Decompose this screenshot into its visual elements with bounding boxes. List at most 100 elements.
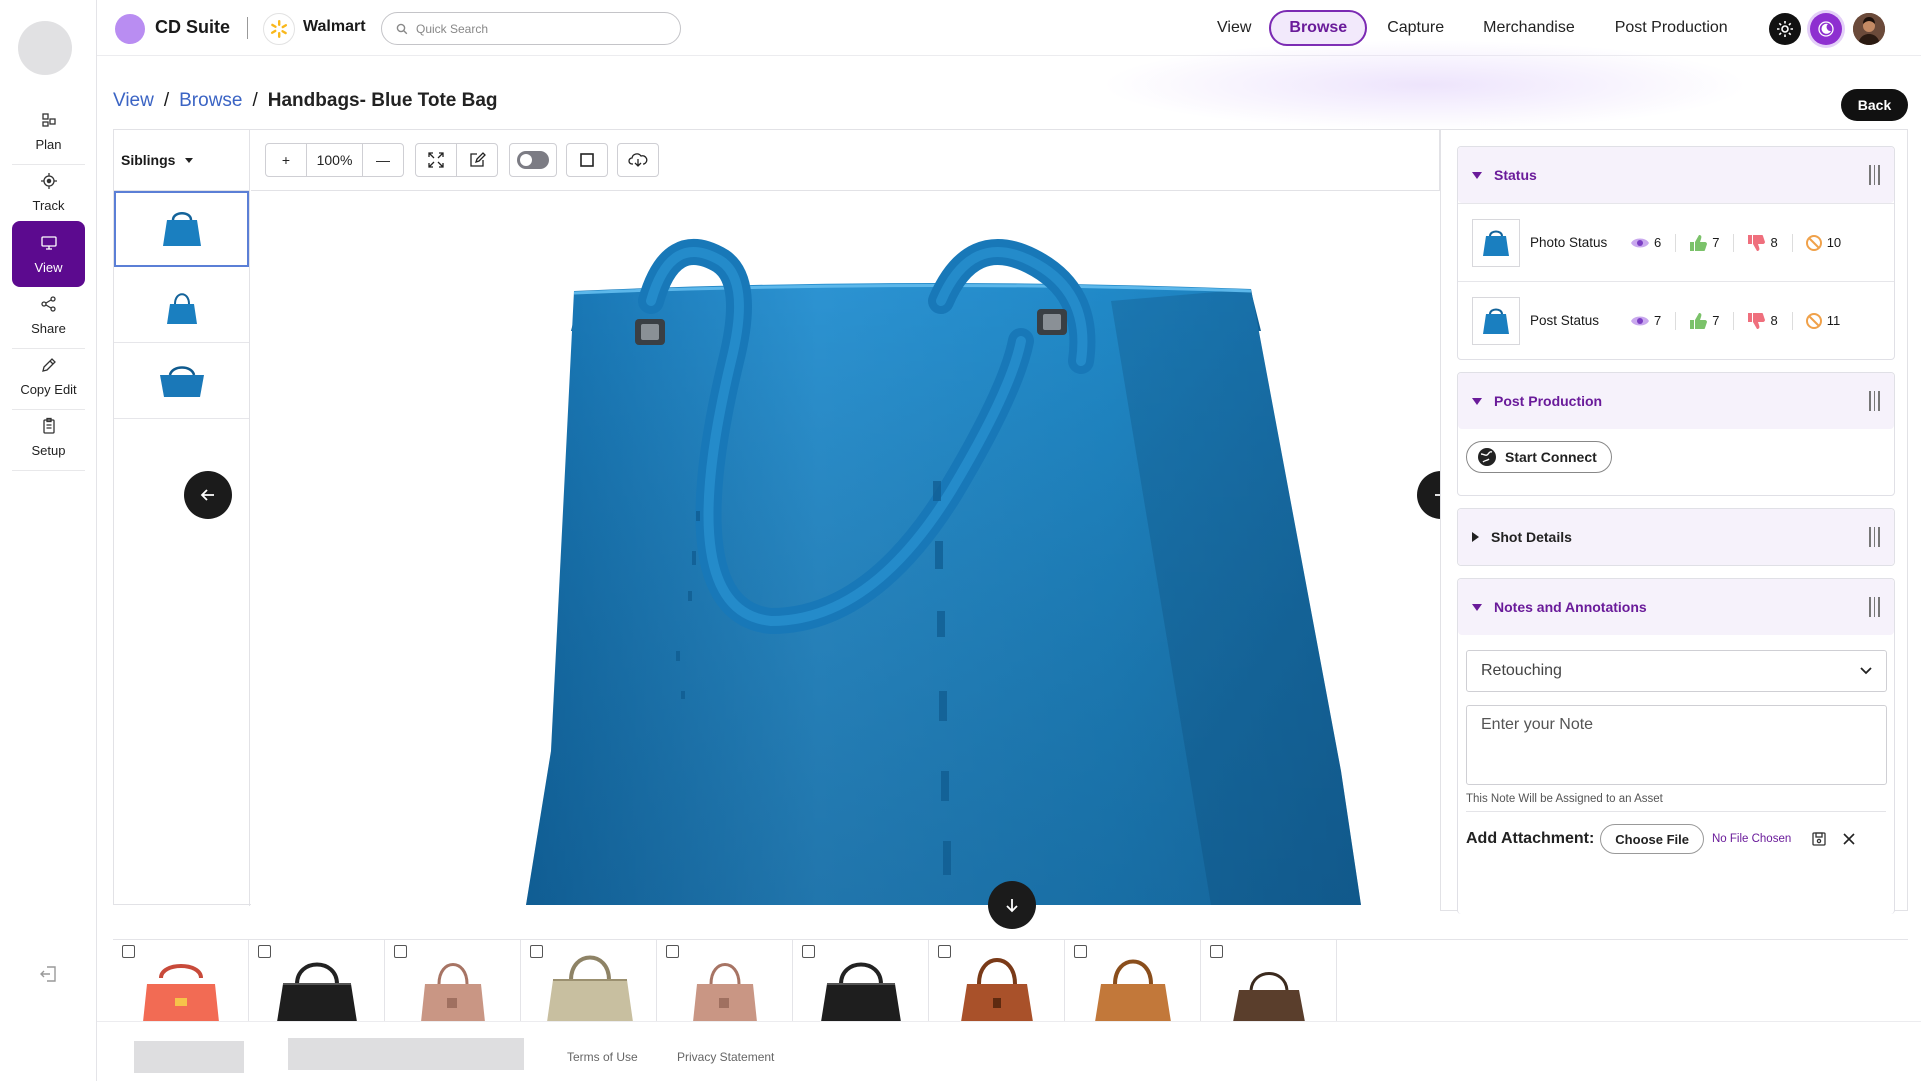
image-canvas[interactable]: [251, 191, 1441, 905]
select-checkbox[interactable]: [122, 945, 135, 958]
nav-post-production[interactable]: Post Production: [1597, 10, 1746, 46]
filmstrip-item[interactable]: [793, 940, 929, 1021]
drag-handle-icon[interactable]: [1869, 597, 1880, 617]
caret-down-icon: [1472, 603, 1482, 611]
sibling-thumb[interactable]: [114, 191, 249, 267]
rail-item-view[interactable]: View: [12, 221, 85, 287]
rail-item-track[interactable]: Track: [12, 160, 85, 226]
footer-logo-placeholder: [134, 1041, 244, 1073]
rail-item-copy-edit[interactable]: Copy Edit: [12, 344, 85, 410]
post-production-header[interactable]: Post Production: [1458, 373, 1894, 429]
filmstrip-item[interactable]: [113, 940, 249, 1021]
terms-link[interactable]: Terms of Use: [567, 1050, 638, 1064]
shot-details-header[interactable]: Shot Details: [1458, 509, 1894, 565]
left-rail: Plan Track View Share Copy Edit Setup: [0, 0, 97, 1081]
start-connect-button[interactable]: Start Connect: [1466, 441, 1612, 473]
choose-file-button[interactable]: Choose File: [1600, 824, 1704, 854]
sibling-thumb[interactable]: [114, 267, 249, 343]
nav-view[interactable]: View: [1199, 10, 1269, 46]
sibling-thumb[interactable]: [114, 343, 249, 419]
select-checkbox[interactable]: [1074, 945, 1087, 958]
post-status-label: Post Status: [1530, 313, 1600, 328]
scroll-down-button[interactable]: [988, 881, 1036, 929]
select-checkbox[interactable]: [938, 945, 951, 958]
blocked-stat: 11: [1805, 312, 1840, 330]
crop-frame-button[interactable]: [566, 143, 608, 177]
select-checkbox[interactable]: [802, 945, 815, 958]
expand-icon: [428, 152, 444, 168]
filmstrip-item[interactable]: [657, 940, 793, 1021]
select-checkbox[interactable]: [394, 945, 407, 958]
filmstrip-item[interactable]: [521, 940, 657, 1021]
siblings-dropdown[interactable]: Siblings: [114, 130, 249, 191]
annotate-button[interactable]: [456, 143, 498, 177]
shot-details-title: Shot Details: [1491, 529, 1572, 545]
breadcrumb-view[interactable]: View: [113, 90, 154, 112]
rail-item-plan[interactable]: Plan: [12, 99, 85, 165]
divider: [1675, 311, 1677, 330]
likes-stat: 7: [1688, 312, 1719, 330]
notes-title: Notes and Annotations: [1494, 599, 1647, 615]
compare-toggle[interactable]: [509, 143, 557, 177]
app-name: CD Suite: [155, 17, 231, 37]
select-checkbox[interactable]: [258, 945, 271, 958]
drag-handle-icon[interactable]: [1869, 527, 1880, 547]
photo-status-row: Photo Status 6 7 8 10: [1458, 203, 1894, 281]
shot-details-section: Shot Details: [1457, 508, 1895, 566]
divider: [1791, 233, 1793, 252]
settings-button[interactable]: [1769, 13, 1801, 45]
zoom-out-button[interactable]: —: [362, 143, 404, 177]
nav-merchandise[interactable]: Merchandise: [1465, 10, 1593, 46]
select-checkbox[interactable]: [666, 945, 679, 958]
footer: Terms of Use Privacy Statement: [97, 1021, 1921, 1081]
filmstrip-item[interactable]: [1201, 940, 1337, 1021]
note-textarea[interactable]: [1466, 705, 1887, 785]
fit-screen-button[interactable]: [415, 143, 457, 177]
select-checkbox[interactable]: [1210, 945, 1223, 958]
download-button[interactable]: [617, 143, 659, 177]
status-header[interactable]: Status: [1458, 147, 1894, 203]
theme-toggle-button[interactable]: [1810, 13, 1842, 45]
nav-browse[interactable]: Browse: [1269, 10, 1368, 46]
brand-logo[interactable]: [115, 14, 145, 44]
filmstrip-item[interactable]: [249, 940, 385, 1021]
nav-capture[interactable]: Capture: [1369, 10, 1462, 46]
note-category-select[interactable]: Retouching: [1466, 650, 1887, 692]
attachment-row: Add Attachment: Choose File No File Chos…: [1466, 824, 1896, 854]
notes-section: Notes and Annotations Retouching This No…: [1457, 578, 1895, 914]
caret-right-icon: [1472, 532, 1479, 542]
user-avatar-placeholder[interactable]: [18, 21, 72, 75]
search-icon: [396, 23, 408, 34]
drag-handle-icon[interactable]: [1869, 165, 1880, 185]
arrow-down-icon: [1006, 899, 1018, 913]
select-checkbox[interactable]: [530, 945, 543, 958]
caret-down-icon: [1472, 171, 1482, 179]
close-icon[interactable]: [1843, 833, 1855, 845]
main-nav: View Browse Capture Merchandise Post Pro…: [1199, 10, 1746, 46]
blocked-stat: 10: [1805, 234, 1841, 252]
filmstrip-item[interactable]: [929, 940, 1065, 1021]
drag-handle-icon[interactable]: [1869, 391, 1880, 411]
logout-icon[interactable]: [38, 963, 60, 985]
notes-header[interactable]: Notes and Annotations: [1458, 579, 1894, 635]
search-input[interactable]: [416, 21, 656, 36]
previous-image-button[interactable]: [184, 471, 232, 519]
eye-icon: [1631, 316, 1649, 325]
zoom-in-button[interactable]: +: [265, 143, 307, 177]
filmstrip-item[interactable]: [1065, 940, 1201, 1021]
eye-icon: [1631, 238, 1649, 247]
back-button[interactable]: Back: [1841, 89, 1908, 121]
quick-search[interactable]: [381, 12, 681, 45]
filmstrip-item[interactable]: [385, 940, 521, 1021]
rail-label: Share: [31, 321, 66, 336]
thumbs-up-icon: [1690, 234, 1708, 251]
breadcrumb-separator: /: [252, 90, 258, 111]
save-icon[interactable]: [1811, 831, 1827, 847]
privacy-link[interactable]: Privacy Statement: [677, 1050, 774, 1064]
edit-icon: [470, 152, 486, 167]
breadcrumb-browse[interactable]: Browse: [179, 90, 242, 112]
user-avatar[interactable]: [1853, 13, 1885, 45]
details-panel: Status Photo Status 6 7 8 10 Post Status…: [1440, 129, 1908, 914]
rail-item-share[interactable]: Share: [12, 283, 85, 349]
rail-item-setup[interactable]: Setup: [12, 405, 85, 471]
